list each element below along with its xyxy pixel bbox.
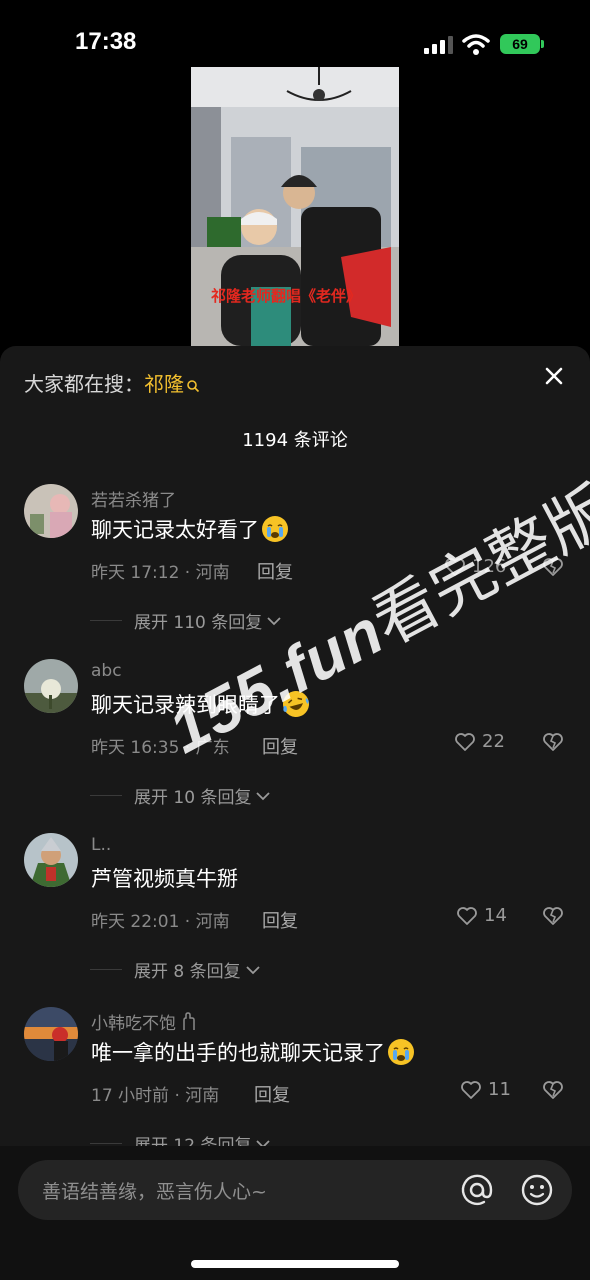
heart-icon: [461, 1080, 481, 1099]
comment-username[interactable]: abc: [91, 661, 122, 681]
reply-button[interactable]: 回复: [257, 558, 293, 584]
comment-text-content: 聊天记录太好看了: [91, 518, 259, 542]
reply-button[interactable]: 回复: [262, 733, 298, 759]
broken-heart-icon[interactable]: [542, 732, 564, 752]
broken-heart-icon[interactable]: [542, 906, 564, 926]
reply-button[interactable]: 回复: [254, 1081, 290, 1107]
comment-item: L.. 芦管视频真牛掰 昨天 22:01 · 河南 回复 14 展开 8 条回复: [0, 833, 590, 1003]
comment-count: 1194 条评论: [242, 430, 348, 451]
hand-icon: [183, 1012, 195, 1030]
avatar[interactable]: [24, 1007, 78, 1061]
crying-face-icon: [262, 516, 288, 542]
divider: [90, 969, 122, 970]
expand-label: 展开 10 条回复: [134, 788, 252, 808]
like-button[interactable]: 11: [460, 1079, 511, 1100]
comment-username[interactable]: 小韩吃不饱: [91, 1009, 199, 1034]
comment-meta: 昨天 22:01 · 河南: [91, 912, 230, 932]
username-text: 小韩吃不饱: [91, 1014, 176, 1034]
signal-icon: [424, 36, 453, 54]
like-count: 14: [484, 905, 507, 926]
at-mention-icon[interactable]: [460, 1173, 494, 1207]
chevron-down-icon: [245, 965, 260, 974]
like-button[interactable]: 22: [454, 731, 505, 752]
wifi-icon: [462, 34, 490, 55]
input-placeholder: 善语结善缘，恶言伤人心~: [42, 1181, 267, 1203]
battery-level: 69: [512, 36, 528, 52]
comment-input[interactable]: 善语结善缘，恶言伤人心~: [18, 1160, 572, 1220]
comment-meta: 17 小时前 · 河南: [91, 1086, 220, 1106]
comment-username[interactable]: L..: [91, 835, 111, 855]
divider: [90, 795, 122, 796]
chevron-down-icon: [256, 791, 271, 800]
comment-text: 唯一拿的出手的也就聊天记录了: [91, 1037, 415, 1067]
heart-icon: [455, 732, 475, 751]
expand-replies[interactable]: 展开 10 条回复: [90, 783, 271, 808]
search-suggestion[interactable]: 大家都在搜：祁隆: [24, 368, 200, 397]
comment-input-bar: 善语结善缘，恶言伤人心~: [0, 1146, 590, 1280]
search-term[interactable]: 祁隆: [144, 372, 184, 396]
expand-replies[interactable]: 展开 110 条回复: [90, 608, 282, 633]
status-time: 17:38: [75, 28, 137, 55]
avatar[interactable]: [24, 833, 78, 887]
video-thumbnail[interactable]: 祁隆老师翻唱《老伴》: [191, 67, 399, 346]
comment-meta: 昨天 17:12 · 河南: [91, 563, 230, 583]
avatar[interactable]: [24, 659, 78, 713]
video-caption: 祁隆老师翻唱《老伴》: [211, 287, 362, 305]
close-icon[interactable]: [542, 364, 566, 388]
crying-face-icon: [388, 1039, 414, 1065]
expand-replies[interactable]: 展开 8 条回复: [90, 957, 261, 982]
expand-label: 展开 8 条回复: [134, 962, 241, 982]
battery-indicator: 69: [500, 34, 544, 54]
emoji-icon[interactable]: [520, 1173, 554, 1207]
comment-text-content: 唯一拿的出手的也就聊天记录了: [91, 1041, 385, 1065]
broken-heart-icon[interactable]: [542, 1080, 564, 1100]
comment-text: 芦管视频真牛掰: [91, 863, 238, 893]
reply-button[interactable]: 回复: [262, 907, 298, 933]
like-count: 22: [482, 731, 505, 752]
expand-label: 展开 110 条回复: [134, 613, 263, 633]
comments-sheet: 大家都在搜：祁隆 1194 条评论 若若杀猪了 聊天记录太好看了 昨天 17:1…: [0, 346, 590, 1280]
search-prefix: 大家都在搜：: [24, 372, 144, 396]
search-icon: [187, 379, 200, 392]
divider: [90, 1143, 122, 1144]
comment-text-content: 芦管视频真牛掰: [91, 867, 238, 891]
heart-icon: [457, 906, 477, 925]
avatar[interactable]: [24, 484, 78, 538]
comment-username[interactable]: 若若杀猪了: [91, 486, 176, 511]
home-indicator[interactable]: [191, 1260, 399, 1268]
divider: [90, 620, 122, 621]
comment-text: 聊天记录太好看了: [91, 514, 289, 544]
like-button[interactable]: 14: [456, 905, 507, 926]
like-count: 11: [488, 1079, 511, 1100]
